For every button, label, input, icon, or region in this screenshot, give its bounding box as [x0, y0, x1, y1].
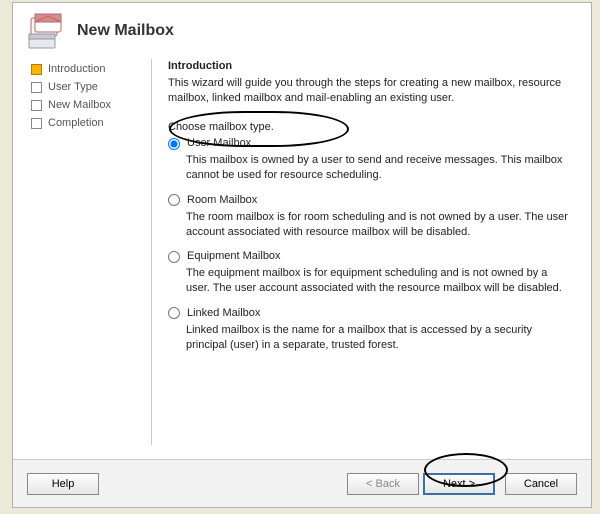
help-button[interactable]: Help [27, 473, 99, 495]
dialog-header: New Mailbox [13, 3, 591, 59]
radio-user-mailbox[interactable]: User Mailbox [168, 136, 573, 151]
intro-text: This wizard will guide you through the s… [168, 76, 573, 106]
option-desc: The equipment mailbox is for equipment s… [168, 266, 573, 296]
wizard-steps: Introduction User Type New Mailbox Compl… [31, 59, 151, 445]
dialog-footer: Help < Back Next > Cancel [13, 459, 591, 507]
step-marker-icon [31, 118, 42, 129]
step-new-mailbox: New Mailbox [31, 99, 151, 111]
step-completion: Completion [31, 117, 151, 129]
option-room-mailbox: Room Mailbox The room mailbox is for roo… [168, 193, 573, 240]
step-marker-icon [31, 64, 42, 75]
radio-input[interactable] [168, 138, 180, 150]
step-label: Introduction [48, 63, 105, 75]
step-user-type: User Type [31, 81, 151, 93]
step-introduction: Introduction [31, 63, 151, 75]
step-marker-icon [31, 100, 42, 111]
radio-input[interactable] [168, 251, 180, 263]
option-linked-mailbox: Linked Mailbox Linked mailbox is the nam… [168, 306, 573, 353]
option-label: User Mailbox [187, 136, 251, 151]
step-marker-icon [31, 82, 42, 93]
option-desc: This mailbox is owned by a user to send … [168, 153, 573, 183]
mailbox-icon [25, 12, 67, 50]
option-equipment-mailbox: Equipment Mailbox The equipment mailbox … [168, 249, 573, 296]
back-button[interactable]: < Back [347, 473, 419, 495]
option-label: Linked Mailbox [187, 306, 260, 321]
option-user-mailbox: User Mailbox This mailbox is owned by a … [168, 136, 573, 183]
cancel-button[interactable]: Cancel [505, 473, 577, 495]
vertical-divider [151, 59, 152, 445]
step-label: User Type [48, 81, 98, 93]
dialog-body: Introduction User Type New Mailbox Compl… [13, 59, 591, 445]
step-label: New Mailbox [48, 99, 111, 111]
radio-input[interactable] [168, 194, 180, 206]
wizard-content: Introduction This wizard will guide you … [160, 59, 579, 445]
radio-input[interactable] [168, 307, 180, 319]
next-button[interactable]: Next > [423, 473, 495, 495]
option-label: Room Mailbox [187, 193, 257, 208]
choose-type-label: Choose mailbox type. [168, 120, 573, 135]
new-mailbox-dialog: New Mailbox Introduction User Type New M… [12, 2, 592, 508]
step-label: Completion [48, 117, 104, 129]
option-desc: The room mailbox is for room scheduling … [168, 210, 573, 240]
dialog-title: New Mailbox [77, 22, 174, 40]
radio-equipment-mailbox[interactable]: Equipment Mailbox [168, 249, 573, 264]
content-heading: Introduction [168, 59, 573, 74]
radio-linked-mailbox[interactable]: Linked Mailbox [168, 306, 573, 321]
option-label: Equipment Mailbox [187, 249, 281, 264]
option-desc: Linked mailbox is the name for a mailbox… [168, 323, 573, 353]
radio-room-mailbox[interactable]: Room Mailbox [168, 193, 573, 208]
